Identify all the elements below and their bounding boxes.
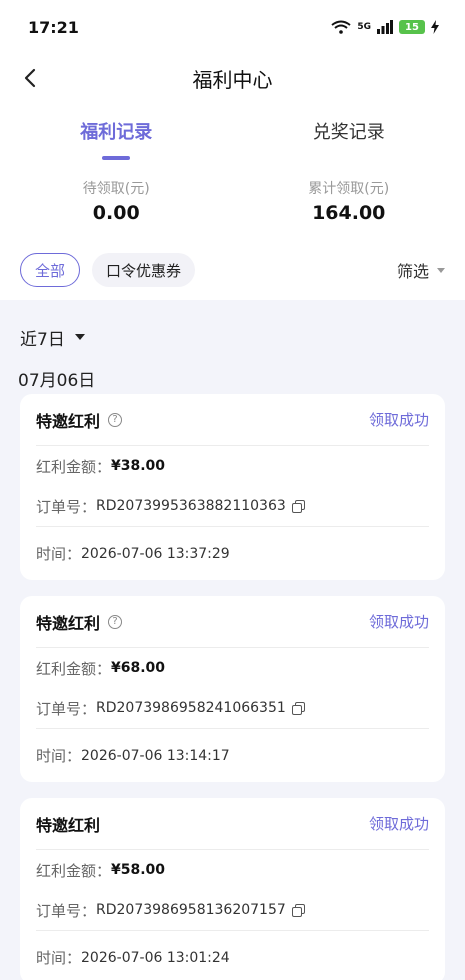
total-summary: 累计领取(元) 164.00 [233,172,465,240]
amount-label: 红利金额： [36,659,112,678]
order-number: RD2073986958136207157 [96,902,286,918]
date-group-header: 07月06日 [18,371,96,391]
pending-value: 0.00 [92,202,140,224]
page-title: 福利中心 [192,67,273,92]
record-title: 特邀红利 ? [36,610,123,634]
copy-icon[interactable] [291,701,305,715]
record-title: 特邀红利 ? [36,408,123,432]
wifi-icon [331,20,351,34]
tab-redeem-records[interactable]: 兑奖记录 [233,114,465,172]
record-title-text: 特邀红利 [36,411,101,431]
time-label: 时间： [36,949,82,967]
amount-row: 红利金额： ¥38.00 [36,446,429,486]
time-row: 时间： 2026-07-06 13:37:29 [36,526,429,580]
amount-value: ¥58.00 [111,862,166,878]
record-list: 特邀红利 ? 领取成功 红利金额： ¥38.00 订单号： RD20739953… [0,394,465,980]
signal-icon [377,20,393,34]
help-icon[interactable]: ? [108,412,123,427]
battery-icon: 15 [399,20,425,34]
header-area: 17:21 5G 15 福利中心 福利记录 兑奖记录 待领取(元) 0.00 累… [0,0,465,300]
charging-icon [431,20,439,34]
order-number: RD2073986958241066351 [96,700,286,716]
record-header: 特邀红利 ? 领取成功 [36,394,429,446]
help-icon[interactable]: ? [108,614,123,629]
time-label: 时间： [36,747,82,765]
record-card: 特邀红利 领取成功 红利金额： ¥58.00 订单号： RD2073986958… [20,798,445,980]
order-label: 订单号： [36,497,97,516]
order-row: 订单号： RD2073995363882110363 [36,486,429,526]
total-label: 累计领取(元) [308,181,390,197]
filter-label: 筛选 [396,262,429,281]
order-number: RD2073995363882110363 [96,498,286,514]
chip-all[interactable]: 全部 [20,253,81,287]
record-header: 特邀红利 ? 领取成功 [36,596,429,648]
record-card: 特邀红利 ? 领取成功 红利金额： ¥38.00 订单号： RD20739953… [20,394,445,580]
tab-active-indicator [102,156,131,160]
summary-panel: 待领取(元) 0.00 累计领取(元) 164.00 [0,172,465,240]
record-title-text: 特邀红利 [36,815,101,835]
chip-coupon[interactable]: 口令优惠券 [92,253,196,287]
filter-button[interactable]: 筛选 [397,258,445,282]
pending-summary: 待领取(元) 0.00 [0,172,233,240]
time-row: 时间： 2026-07-06 13:14:17 [36,728,429,782]
time-label: 时间： [36,545,82,563]
record-status: 领取成功 [368,815,429,833]
record-status: 领取成功 [368,411,429,429]
status-bar: 17:21 5G 15 [0,0,465,54]
record-card: 特邀红利 ? 领取成功 红利金额： ¥68.00 订单号： RD20739869… [20,596,445,782]
order-row: 订单号： RD2073986958136207157 [36,890,429,930]
time-row: 时间： 2026-07-06 13:01:24 [36,930,429,980]
tab-bar: 福利记录 兑奖记录 [0,114,465,172]
tab-welfare-records[interactable]: 福利记录 [0,114,233,172]
date-range-dropdown[interactable]: 近7日 [0,300,465,356]
pending-label: 待领取(元) [82,181,150,197]
status-icons: 5G 15 [331,20,439,34]
record-header: 特邀红利 领取成功 [36,798,429,850]
caret-down-icon [74,334,85,340]
signal-label: 5G [357,22,371,32]
amount-row: 红利金额： ¥58.00 [36,850,429,890]
date-range-label: 近7日 [20,329,65,350]
nav-bar: 福利中心 [0,54,465,102]
amount-label: 红利金额： [36,457,112,476]
copy-icon[interactable] [291,903,305,917]
amount-value: ¥68.00 [111,660,166,676]
copy-icon[interactable] [291,499,305,513]
time-value: 2026-07-06 13:14:17 [81,747,230,764]
amount-value: ¥38.00 [111,458,166,474]
order-label: 订单号： [36,901,97,920]
tab-label: 兑奖记录 [312,122,385,143]
record-status: 领取成功 [368,613,429,631]
record-title: 特邀红利 [36,812,100,836]
total-value: 164.00 [312,202,386,224]
amount-row: 红利金额： ¥68.00 [36,648,429,688]
status-time: 17:21 [28,17,79,37]
amount-label: 红利金额： [36,861,112,880]
back-button[interactable] [14,62,46,94]
caret-down-icon [437,267,445,273]
filter-bar: 全部 口令优惠券 筛选 [0,240,465,300]
order-label: 订单号： [36,699,97,718]
record-title-text: 特邀红利 [36,613,101,633]
chevron-left-icon [24,68,36,88]
order-row: 订单号： RD2073986958241066351 [36,688,429,728]
tab-label: 福利记录 [80,122,153,143]
time-value: 2026-07-06 13:37:29 [81,545,230,562]
time-value: 2026-07-06 13:01:24 [81,949,230,966]
